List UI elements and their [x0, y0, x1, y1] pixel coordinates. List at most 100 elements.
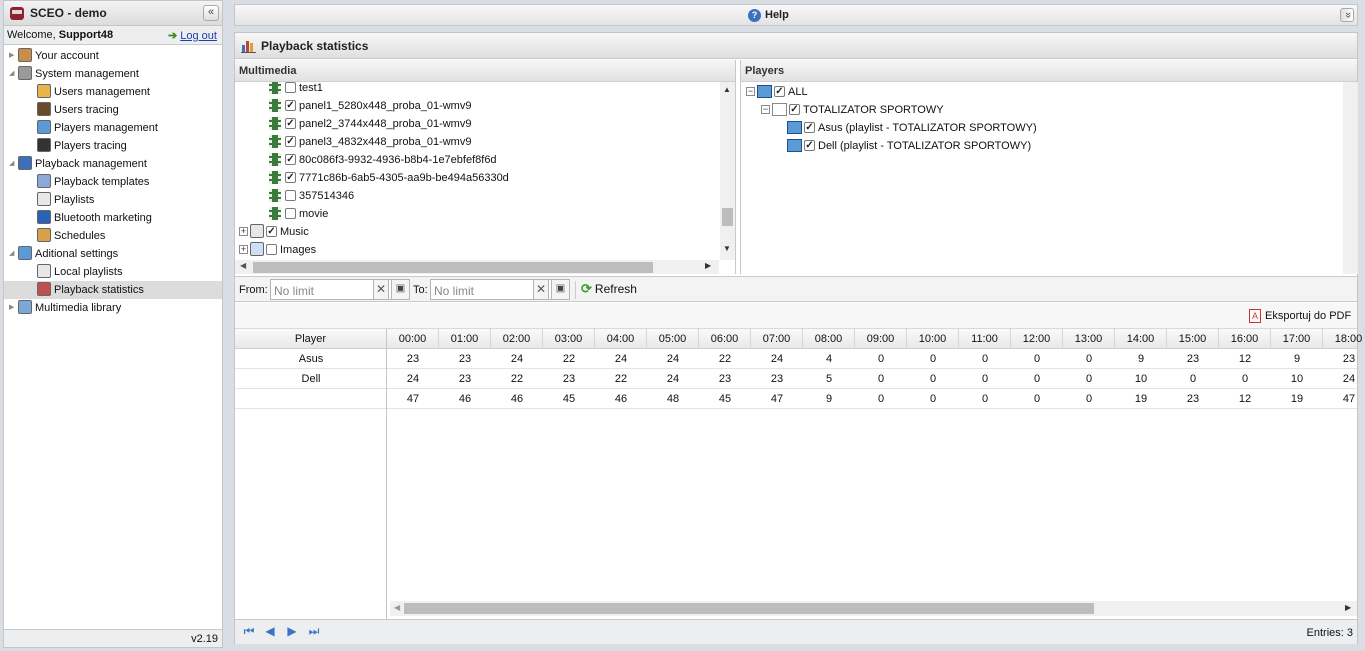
last-page-button[interactable]: ⏭ — [307, 624, 321, 638]
table-row[interactable]: Dell 24 23 22 23 22 24 23 23 5 0 0 0 0 0 10 0 0 10 24 — [235, 369, 1357, 389]
player-checkbox[interactable]: ✓ — [804, 121, 815, 133]
collapse-panel-button[interactable]: « — [203, 5, 219, 21]
grid-header-hour[interactable]: 16:00 — [1219, 329, 1271, 349]
nav-item-playback-statistics[interactable]: Playback statistics — [4, 281, 222, 299]
next-page-button[interactable]: ▶ — [285, 624, 299, 638]
multimedia-vscroll-thumb[interactable] — [722, 208, 733, 226]
item-checkbox[interactable] — [266, 243, 277, 255]
nav-item-local-playlists[interactable]: Local playlists — [37, 263, 122, 281]
multimedia-item[interactable]: test1 — [269, 82, 323, 97]
player-tree-item[interactable]: ✓ Dell (playlist - TOTALIZATOR SPORTOWY) — [787, 137, 1031, 155]
from-calendar-button[interactable]: ▣ — [391, 279, 410, 300]
tree-toggle-icon[interactable]: ▶ — [9, 299, 18, 317]
grid-header-hour[interactable]: 06:00 — [699, 329, 751, 349]
grid-header-hour[interactable]: 07:00 — [751, 329, 803, 349]
nav-item-aditional-settings[interactable]: ◢ Aditional settings — [9, 245, 118, 263]
grid-header-hour[interactable]: 10:00 — [907, 329, 959, 349]
player-tree-item[interactable]: − ✓ ALL — [746, 83, 808, 101]
multimedia-item[interactable]: + ✓ Music — [239, 223, 309, 241]
grid-header-hour[interactable]: 03:00 — [543, 329, 595, 349]
item-checkbox[interactable]: ✓ — [285, 171, 296, 183]
export-pdf-button[interactable]: A Eksportuj do PDF — [1249, 309, 1351, 323]
collapse-icon[interactable]: − — [761, 104, 770, 114]
to-calendar-button[interactable]: ▣ — [551, 279, 570, 300]
grid-header-hour[interactable]: 05:00 — [647, 329, 699, 349]
scroll-up-icon[interactable]: ▲ — [723, 85, 731, 94]
grid-header-hour[interactable]: 00:00 — [387, 329, 439, 349]
player-checkbox[interactable]: ✓ — [789, 103, 800, 115]
item-checkbox[interactable] — [285, 189, 296, 201]
scroll-right-icon[interactable]: ▶ — [1345, 603, 1351, 612]
help-bar[interactable]: ? Help » — [234, 4, 1358, 26]
nav-item-schedules[interactable]: Schedules — [37, 227, 105, 245]
multimedia-item[interactable]: ✓ panel2_3744x448_proba_01-wmv9 — [269, 115, 471, 133]
refresh-button[interactable]: ⟳ Refresh — [581, 282, 637, 297]
grid-header-hour[interactable]: 01:00 — [439, 329, 491, 349]
grid-header-hour[interactable]: 09:00 — [855, 329, 907, 349]
clear-from-button[interactable]: ✕ — [373, 279, 389, 300]
players-vscrollbar[interactable] — [1343, 82, 1358, 274]
scroll-right-icon[interactable]: ▶ — [705, 261, 711, 270]
grid-header-hour[interactable]: 14:00 — [1115, 329, 1167, 349]
grid-header-hour[interactable]: 13:00 — [1063, 329, 1115, 349]
tree-toggle-icon[interactable]: ◢ — [9, 155, 18, 173]
nav-item-playback-templates[interactable]: Playback templates — [37, 173, 149, 191]
nav-item-playlists[interactable]: Playlists — [37, 191, 94, 209]
multimedia-item[interactable]: + Images — [239, 241, 316, 259]
grid-header-hour[interactable]: 15:00 — [1167, 329, 1219, 349]
first-page-button[interactable]: ⏮ — [242, 624, 256, 638]
scroll-down-icon[interactable]: ▼ — [723, 244, 731, 253]
grid-header-hour[interactable]: 04:00 — [595, 329, 647, 349]
logout-link[interactable]: Log out — [180, 30, 217, 42]
item-checkbox[interactable]: ✓ — [285, 99, 296, 111]
clear-to-button[interactable]: ✕ — [533, 279, 549, 300]
item-checkbox[interactable]: ✓ — [285, 153, 296, 165]
multimedia-item[interactable]: ✓ panel3_4832x448_proba_01-wmv9 — [269, 133, 471, 151]
scroll-left-icon[interactable]: ◀ — [394, 603, 400, 612]
grid-hscroll-thumb[interactable] — [404, 603, 1094, 614]
grid-hscrollbar[interactable]: ◀ ▶ — [390, 601, 1357, 616]
tree-toggle-icon[interactable]: ◢ — [9, 245, 18, 263]
nav-item-users-management[interactable]: Users management — [37, 83, 150, 101]
player-tree-item[interactable]: − ✓ TOTALIZATOR SPORTOWY — [761, 101, 944, 119]
item-checkbox[interactable] — [285, 82, 296, 93]
item-checkbox[interactable]: ✓ — [266, 225, 277, 237]
grid-header-hour[interactable]: 11:00 — [959, 329, 1011, 349]
tree-toggle-icon[interactable]: ▶ — [9, 47, 18, 65]
nav-item-playback-management[interactable]: ◢ Playback management — [9, 155, 147, 173]
multimedia-item[interactable]: 357514346 — [269, 187, 354, 205]
nav-item-players-management[interactable]: Players management — [37, 119, 158, 137]
table-row[interactable]: Asus 23 23 24 22 24 24 22 24 4 0 0 0 0 0 9 23 12 9 23 — [235, 349, 1357, 369]
player-checkbox[interactable]: ✓ — [774, 85, 785, 97]
nav-item-system-management[interactable]: ◢ System management — [9, 65, 139, 83]
player-tree-item[interactable]: ✓ Asus (playlist - TOTALIZATOR SPORTOWY) — [787, 119, 1037, 137]
expand-icon[interactable]: + — [239, 244, 248, 254]
table-row[interactable]: 47 46 46 45 46 48 45 47 9 0 0 0 0 0 19 23 12 19 47 — [235, 389, 1357, 409]
multimedia-item[interactable]: ✓ 7771c86b-6ab5-4305-aa9b-be494a56330d — [269, 169, 509, 187]
multimedia-hscrollbar[interactable]: ◀ ▶ — [235, 260, 719, 274]
grid-header-hour[interactable]: 12:00 — [1011, 329, 1063, 349]
expand-icon[interactable]: + — [239, 226, 248, 236]
panel-splitter[interactable] — [223, 0, 229, 651]
nav-item-players-tracing[interactable]: Players tracing — [37, 137, 127, 155]
grid-header-hour[interactable]: 18:00 — [1323, 329, 1365, 349]
nav-item-multimedia-library[interactable]: ▶ Multimedia library — [9, 299, 121, 317]
scroll-left-icon[interactable]: ◀ — [240, 261, 246, 270]
grid-header-hour[interactable]: 08:00 — [803, 329, 855, 349]
prev-page-button[interactable]: ◀ — [263, 624, 277, 638]
player-checkbox[interactable]: ✓ — [804, 139, 815, 151]
help-button[interactable]: ? Help — [748, 9, 789, 22]
multimedia-vscrollbar[interactable]: ▲ ▼ — [720, 82, 735, 260]
grid-header-hour[interactable]: 02:00 — [491, 329, 543, 349]
item-checkbox[interactable]: ✓ — [285, 117, 296, 129]
grid-header-player[interactable]: Player — [235, 329, 387, 349]
multimedia-item[interactable]: ✓ 80c086f3-9932-4936-b8b4-1e7ebfef8f6d — [269, 151, 497, 169]
nav-item-bluetooth-marketing[interactable]: Bluetooth marketing — [37, 209, 152, 227]
tree-toggle-icon[interactable]: ◢ — [9, 65, 18, 83]
multimedia-hscroll-thumb[interactable] — [253, 262, 653, 273]
collapse-icon[interactable]: − — [746, 86, 755, 96]
multimedia-item[interactable]: ✓ panel1_5280x448_proba_01-wmv9 — [269, 97, 471, 115]
nav-item-users-tracing[interactable]: Users tracing — [37, 101, 119, 119]
multimedia-item[interactable]: movie — [269, 205, 328, 223]
grid-header-hour[interactable]: 17:00 — [1271, 329, 1323, 349]
